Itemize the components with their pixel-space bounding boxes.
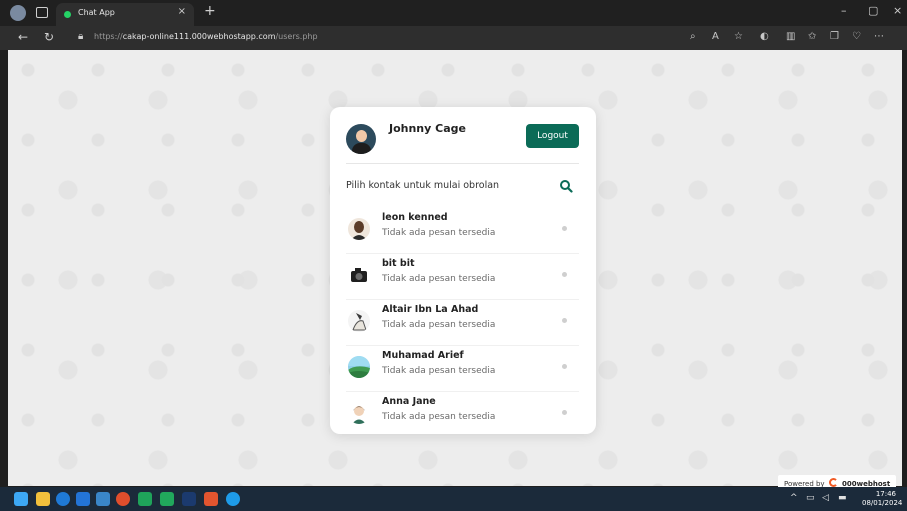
clock-time: 17:46 [875,490,896,498]
status-dot [562,272,567,277]
status-dot [562,318,567,323]
contact-last-message: Tidak ada pesan tersedia [382,228,496,238]
contact-item[interactable]: bit bit Tidak ada pesan tersedia [346,254,579,300]
favorites-icon[interactable]: ✩ [808,31,816,42]
more-menu-icon[interactable]: ⋯ [874,31,884,42]
search-icon[interactable] [559,179,573,193]
favicon-icon [64,11,71,18]
tray-chevron-icon[interactable]: ^ [790,493,798,503]
clock[interactable]: 17:46 08/01/2024 [862,490,903,508]
contact-name: bit bit [382,258,415,269]
user-name: Johnny Cage [389,122,466,135]
photoshop-icon[interactable] [182,492,196,506]
contact-name: Anna Jane [382,396,436,407]
search-row: Pilih kontak untuk mulai obrolan [346,179,579,195]
status-dot [562,364,567,369]
file-explorer-icon[interactable] [36,492,50,506]
webhost-logo-icon [828,478,838,487]
leon-avatar [348,218,370,240]
browser-tab-strip: Chat App × + – ▢ × [0,0,907,26]
browser-toolbar: ← ↻ 🔒︎ https://cakap-online111.000webhos… [0,26,907,50]
network-icon[interactable]: ▭ [806,493,815,503]
contact-name: Muhamad Arief [382,350,464,361]
address-bar[interactable]: 🔒︎ https://cakap-online111.000webhostapp… [78,29,678,47]
status-dot [562,410,567,415]
lock-icon: 🔒︎ [78,31,84,42]
close-window-button[interactable]: × [893,4,902,17]
edge-icon[interactable] [226,492,240,506]
app-icon[interactable] [96,492,110,506]
read-aloud-icon[interactable]: ⌕ [690,31,696,42]
search-prompt: Pilih kontak untuk mulai obrolan [346,180,500,191]
split-screen-icon[interactable]: ▥ [786,31,795,42]
chat-users-card: Johnny Cage Logout Pilih kontak untuk mu… [330,107,596,434]
tab-title: Chat App [78,8,115,17]
favorite-star-icon[interactable]: ☆ [734,31,743,42]
app-icon[interactable] [160,492,174,506]
back-icon[interactable]: ← [18,30,28,44]
refresh-icon[interactable]: ↻ [44,30,54,44]
start-icon[interactable] [14,492,28,506]
contact-item[interactable]: Altair Ibn La Ahad Tidak ada pesan terse… [346,300,579,346]
app-icon[interactable] [204,492,218,506]
tab-close-icon[interactable]: × [178,6,186,17]
app-icon[interactable] [138,492,152,506]
app-icon[interactable] [116,492,130,506]
contact-name: leon kenned [382,212,448,223]
camera-avatar [348,264,370,286]
new-tab-button[interactable]: + [204,3,216,19]
volume-icon[interactable]: ◁ [822,493,829,503]
header-divider [346,163,579,164]
url-text: https://cakap-online111.000webhostapp.co… [94,32,318,41]
altair-avatar [348,310,370,332]
contact-item[interactable]: Anna Jane Tidak ada pesan tersedia [346,392,579,434]
restore-button[interactable]: ▢ [868,4,878,17]
contact-last-message: Tidak ada pesan tersedia [382,366,496,376]
contact-name: Altair Ibn La Ahad [382,304,479,315]
tab-actions-icon[interactable] [36,7,48,18]
copilot-icon[interactable]: ♡ [852,31,861,42]
chrome-icon[interactable] [56,492,70,506]
anna-avatar [348,402,370,424]
contact-list: leon kenned Tidak ada pesan tersedia bit… [346,208,579,434]
contact-last-message: Tidak ada pesan tersedia [382,274,496,284]
user-header: Johnny Cage Logout [330,107,596,163]
vscode-icon[interactable] [76,492,90,506]
contact-item[interactable]: leon kenned Tidak ada pesan tersedia [346,208,579,254]
text-size-icon[interactable]: A [712,31,719,42]
battery-icon[interactable]: ▬ [838,493,847,503]
tab-chat-app[interactable]: Chat App × [56,3,194,26]
landscape-avatar [348,356,370,378]
extension-icon[interactable]: ◐ [760,31,769,42]
contact-last-message: Tidak ada pesan tersedia [382,412,496,422]
user-avatar [346,124,376,154]
clock-date: 08/01/2024 [862,499,903,507]
minimize-button[interactable]: – [841,4,847,17]
contact-item[interactable]: Muhamad Arief Tidak ada pesan tersedia [346,346,579,392]
collections-icon[interactable]: ❐ [830,31,839,42]
page-viewport: Johnny Cage Logout Pilih kontak untuk mu… [8,50,902,486]
profile-icon[interactable] [10,5,26,21]
taskbar: ^ ▭ ◁ ▬ 17:46 08/01/2024 [0,487,907,511]
logout-button[interactable]: Logout [526,124,579,148]
status-dot [562,226,567,231]
contact-last-message: Tidak ada pesan tersedia [382,320,496,330]
